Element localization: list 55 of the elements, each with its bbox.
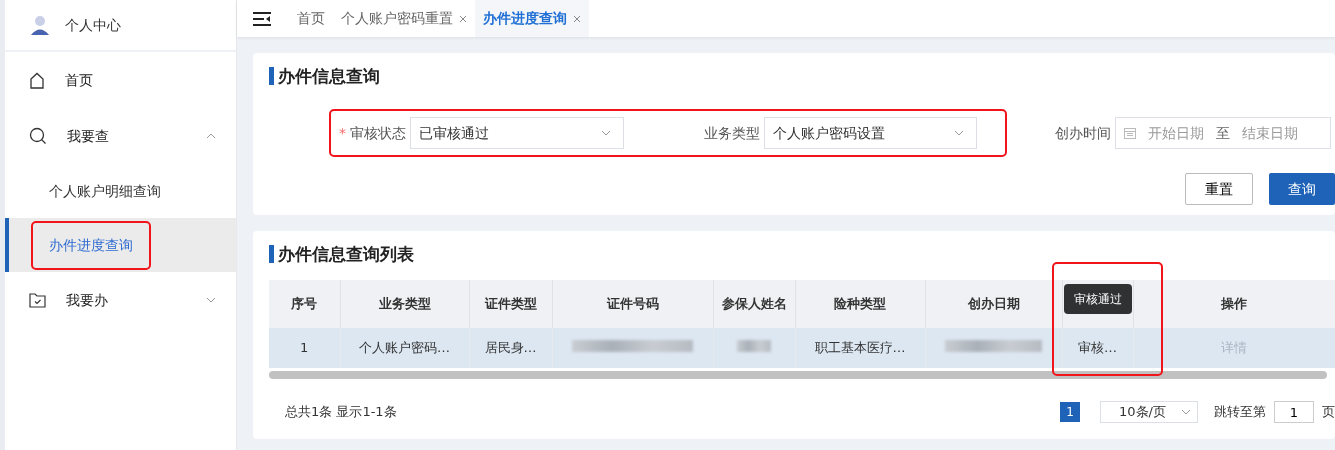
tab[interactable]: 个人账户密码重置	[333, 0, 475, 37]
folder-check-icon	[29, 292, 46, 308]
summary-text: 总共1条 显示1-1条	[285, 403, 398, 422]
date-placeholder: 开始日期	[1148, 123, 1204, 143]
page-button[interactable]: 1	[1060, 402, 1080, 422]
column-header: 业务类型	[378, 296, 431, 311]
column-header: 创办日期	[967, 296, 1020, 311]
tab[interactable]: 办件进度查询	[475, 0, 589, 37]
table-cell: 1	[300, 340, 309, 356]
section-title: 办件信息查询列表	[269, 245, 1335, 263]
table-cell: 职工基本医疗…	[814, 340, 906, 356]
date-range-field[interactable]: 开始日期 至 结束日期	[1115, 117, 1331, 149]
column-header: 证件类型	[484, 296, 537, 311]
column-header: 操作	[1221, 296, 1247, 311]
field-label: 创办时间	[1055, 123, 1111, 143]
close-icon[interactable]	[459, 14, 467, 23]
user-name[interactable]: 个人中心	[65, 14, 121, 36]
caret-icon	[954, 130, 964, 136]
tooltip: 审核通过	[1064, 284, 1132, 314]
reset-button[interactable]: 重置	[1185, 173, 1253, 205]
section-title: 办件信息查询	[269, 67, 1335, 85]
page-suffix: 页	[1322, 403, 1335, 422]
sidebar-item[interactable]: 首页	[5, 52, 236, 108]
table-cell: 审核…	[1078, 340, 1117, 356]
range-separator: 至	[1216, 123, 1230, 143]
required-mark: *	[339, 123, 346, 143]
search-icon	[29, 127, 47, 145]
jump-label: 跳转至第	[1214, 403, 1266, 422]
close-icon[interactable]	[573, 14, 581, 23]
column-header: 证件号码	[606, 296, 659, 311]
sidebar-item[interactable]: 我要查	[5, 108, 236, 164]
column-header: 参保人姓名	[721, 296, 787, 311]
calendar-icon	[1124, 127, 1136, 139]
column-header: 序号	[291, 296, 318, 311]
avatar-icon	[29, 14, 51, 36]
search-button[interactable]: 查询	[1269, 173, 1335, 205]
field-label: 审核状态	[350, 123, 406, 143]
column-header: 险种类型	[834, 296, 886, 311]
table-cell: 个人账户密码…	[359, 340, 450, 356]
home-icon	[29, 71, 45, 89]
table-cell: 居民身…	[484, 340, 537, 356]
tab[interactable]: 首页	[289, 0, 333, 37]
sidebar-item[interactable]: 我要办	[5, 272, 236, 328]
field-label: 业务类型	[704, 123, 760, 143]
page-input[interactable]: 1	[1274, 401, 1314, 423]
caret-icon	[601, 130, 611, 136]
select-field[interactable]: 已审核通过	[410, 117, 624, 149]
caret-icon	[1181, 409, 1191, 415]
submenu-item[interactable]: 个人账户明细查询	[41, 172, 169, 210]
select-field[interactable]: 个人账户密码设置	[764, 117, 977, 149]
scrollbar[interactable]	[269, 371, 1327, 379]
masked-value	[737, 340, 771, 353]
date-placeholder: 结束日期	[1242, 123, 1298, 143]
page-size-select[interactable]: 10条/页	[1100, 401, 1198, 423]
menu-icon[interactable]	[253, 11, 271, 26]
